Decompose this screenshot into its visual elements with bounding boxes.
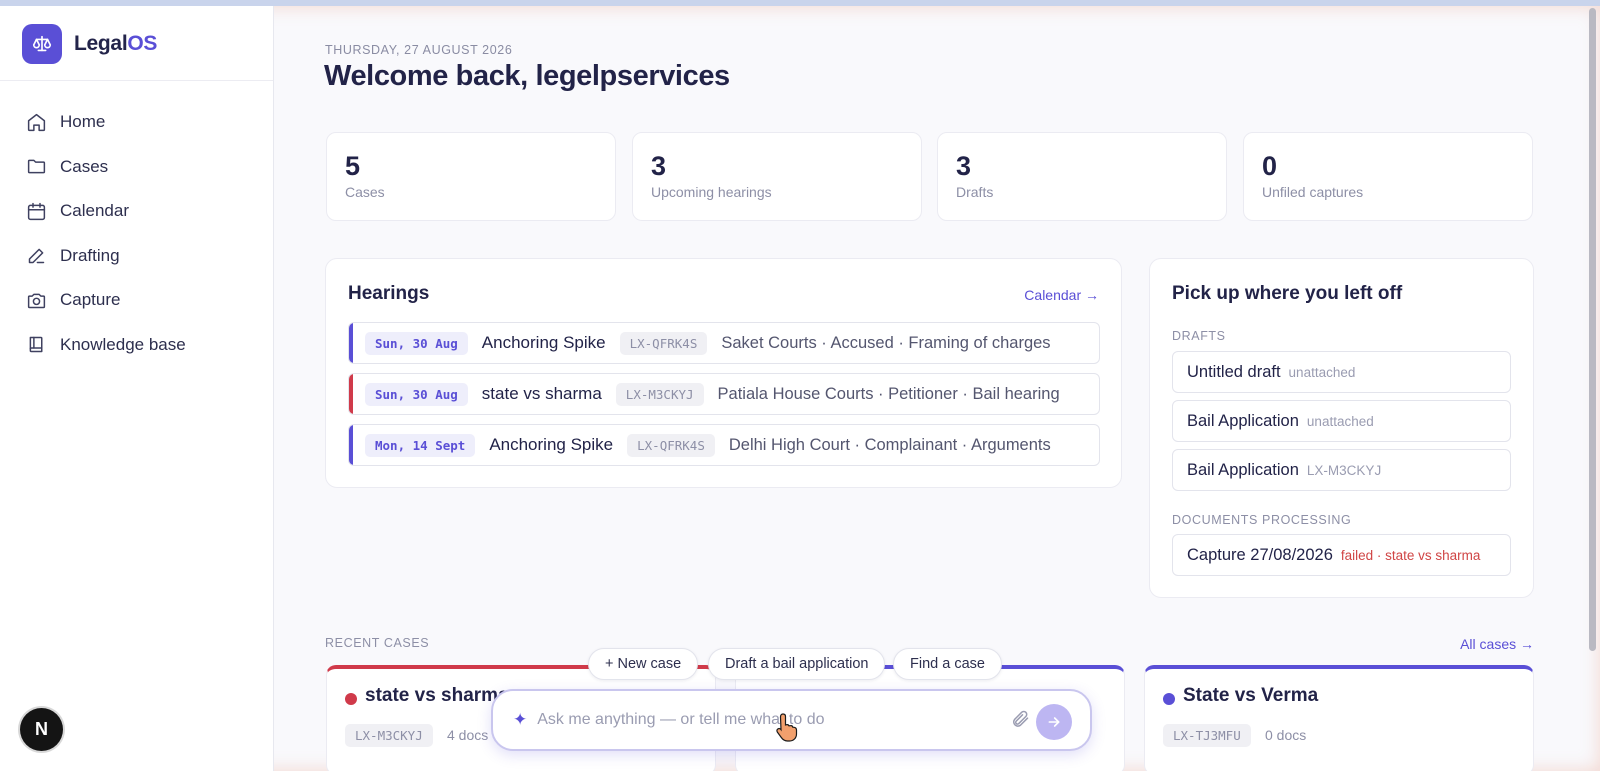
sidebar-item-label: Home [60,112,106,132]
stat-card-cases[interactable]: 5 Cases [326,132,616,221]
hearing-date: Sun, 30 Aug [365,331,468,355]
hearing-row[interactable]: Sun, 30 Aug state vs sharma LX-M3CKYJ Pa… [348,373,1100,415]
stat-card-drafts[interactable]: 3 Drafts [937,132,1227,221]
pen-icon [28,248,45,264]
processing-section-label: DOCUMENTS PROCESSING [1172,513,1352,527]
case-code-badge: LX-TJ3MFU [1163,724,1251,747]
draft-item[interactable]: Untitled draft unattached [1172,351,1511,393]
sidebar-item-knowledge-base[interactable]: Knowledge base [0,323,273,368]
case-status-dot [345,693,357,705]
pickup-card: Pick up where you left off DRAFTS Untitl… [1149,258,1534,598]
sidebar-item-calendar[interactable]: Calendar [0,189,273,234]
stat-value: 5 [345,151,361,181]
brand[interactable]: LegalOS [22,24,157,64]
case-doc-count: 0 docs [1265,727,1307,743]
draft-status: LX-M3CKYJ [1306,462,1382,478]
sidebar-item-label: Drafting [60,245,120,265]
mouse-cursor-icon [776,713,798,742]
folder-icon [27,159,46,174]
current-date: THURSDAY, 27 AUGUST 2026 [325,43,513,57]
sidebar-item-capture[interactable]: Capture [0,278,273,323]
sidebar: LegalOS Home Cases Calendar Drafting Cap… [0,6,274,771]
sidebar-item-label: Knowledge base [60,334,186,354]
stat-card-upcoming-hearings[interactable]: 3 Upcoming hearings [632,132,922,221]
case-code-badge: LX-M3CKYJ [345,724,433,747]
dev-badge[interactable]: N [20,708,63,751]
hearings-card: Hearings Calendar → Sun, 30 Aug Anchorin… [325,258,1122,488]
draft-title: Untitled draft [1187,362,1281,381]
drafts-section-label: DRAFTS [1172,329,1226,343]
stat-label: Upcoming hearings [651,184,772,200]
stat-value: 0 [1262,151,1278,181]
page-title: Welcome back, legelpservices [324,60,730,92]
sparkle-icon: ✦ [513,710,528,729]
case-card[interactable]: State vs Verma LX-TJ3MFU 0 docs [1144,665,1534,771]
calendar-icon [27,202,46,220]
scrollbar[interactable] [1589,8,1596,651]
hearing-details: Delhi High Court · Complainant · Argumen… [728,435,1051,454]
hearing-row[interactable]: Mon, 14 Sept Anchoring Spike LX-QFRK4S D… [348,424,1100,466]
stat-label: Unfiled captures [1262,184,1364,200]
hearing-case-name: state vs sharma [481,384,602,403]
hearing-date: Mon, 14 Sept [365,433,476,457]
calendar-link[interactable]: Calendar → [1024,287,1099,303]
paperclip-icon[interactable] [1010,709,1030,734]
hearings-title: Hearings [348,283,430,304]
draft-item[interactable]: Bail Application LX-M3CKYJ [1172,449,1511,491]
brand-name: LegalOS [74,32,157,56]
draft-status: unattached [1306,413,1374,429]
case-title: state vs sharma [365,685,509,706]
case-doc-count: 4 docs [447,727,489,743]
draft-title: Bail Application [1187,460,1299,479]
sidebar-item-label: Cases [60,156,109,176]
case-code-badge: LX-QFRK4S [627,433,715,457]
draft-status: unattached [1288,364,1356,380]
send-button[interactable] [1036,704,1072,740]
draft-item[interactable]: Bail Application unattached [1172,400,1511,442]
sidebar-nav: Home Cases Calendar Drafting Capture Kno… [0,100,273,367]
case-status-dot [1163,693,1175,705]
brand-name-part2: OS [127,32,158,55]
book-icon [29,337,43,353]
recent-cases-label: RECENT CASES [325,636,430,650]
sidebar-item-drafting[interactable]: Drafting [0,234,273,279]
hearing-case-name: Anchoring Spike [481,333,606,352]
hearing-details: Patiala House Courts · Petitioner · Bail… [717,384,1060,403]
brand-name-part1: Legal [74,32,128,55]
draft-title: Bail Application [1187,411,1299,430]
case-code-badge: LX-M3CKYJ [615,382,704,406]
hearing-row[interactable]: Sun, 30 Aug Anchoring Spike LX-QFRK4S Sa… [348,322,1100,364]
processing-status: failed · state vs sharma [1340,547,1481,563]
sidebar-item-label: Capture [60,290,121,310]
pickup-title: Pick up where you left off [1172,283,1403,304]
assistant-input[interactable] [537,711,988,729]
sidebar-item-label: Calendar [60,201,129,221]
camera-icon [27,293,46,308]
processing-item[interactable]: Capture 27/08/2026 failed · state vs sha… [1172,534,1511,576]
sidebar-item-home[interactable]: Home [0,100,273,145]
stat-label: Drafts [956,184,994,200]
draft-bail-application-chip[interactable]: Draft a bail application [708,648,886,680]
hearing-date: Sun, 30 Aug [365,382,468,406]
case-code-badge: LX-QFRK4S [619,331,708,355]
processing-title: Capture 27/08/2026 [1187,545,1333,564]
find-case-chip[interactable]: Find a case [893,648,1002,680]
stat-value: 3 [651,151,667,181]
stat-value: 3 [956,151,972,181]
hearing-details: Saket Courts · Accused · Framing of char… [721,333,1051,352]
divider [0,80,273,81]
stat-label: Cases [345,184,385,200]
case-title: State vs Verma [1183,685,1319,706]
home-icon [27,113,46,131]
new-case-chip[interactable]: + New case [588,648,699,680]
arrow-right-icon [1048,717,1060,727]
stat-card-unfiled-captures[interactable]: 0 Unfiled captures [1243,132,1533,221]
all-cases-link[interactable]: All cases → [1460,636,1534,652]
scales-logo-icon [22,24,62,64]
sidebar-item-cases[interactable]: Cases [0,145,273,190]
hearing-case-name: Anchoring Spike [489,435,614,454]
